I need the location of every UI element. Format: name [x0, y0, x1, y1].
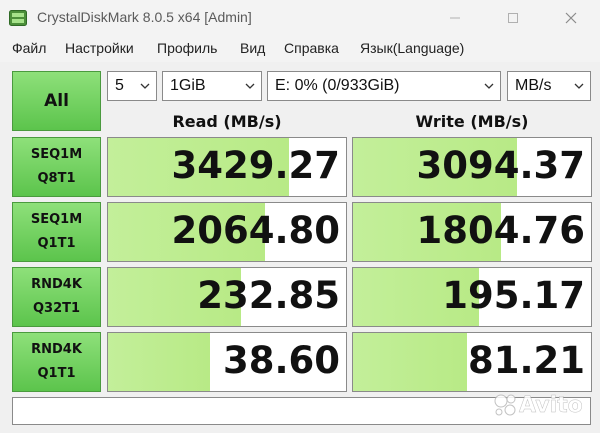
test-name-line1: SEQ1M	[30, 212, 83, 227]
test-name-line1: RND4K	[31, 342, 82, 357]
minimize-icon	[450, 17, 460, 19]
test-button-rnd4k-q32t1[interactable]: RND4K Q32T1	[12, 267, 101, 327]
unit-select[interactable]: MB/s	[507, 71, 591, 101]
write-result-rnd4k-q1t1: 81.21	[352, 332, 592, 392]
read-result-seq1m-q8t1: 3429.27	[107, 137, 347, 197]
test-count-select[interactable]: 5	[107, 71, 157, 101]
minimize-button[interactable]	[432, 0, 478, 36]
menu-file[interactable]: Файл	[12, 40, 46, 56]
menu-settings[interactable]: Настройки	[65, 40, 134, 56]
write-result-rnd4k-q32t1: 195.17	[352, 267, 592, 327]
test-name-line2: Q1T1	[37, 236, 76, 251]
test-name-line2: Q1T1	[37, 366, 76, 381]
read-column-header: Read (MB/s)	[172, 112, 282, 131]
test-name-line1: RND4K	[31, 277, 82, 292]
drive-select[interactable]: E: 0% (0/933GiB)	[267, 71, 501, 101]
read-result-rnd4k-q32t1: 232.85	[107, 267, 347, 327]
watermark-text: Avito	[519, 392, 583, 418]
unit-value: MB/s	[515, 77, 552, 94]
drive-value: E: 0% (0/933GiB)	[275, 77, 400, 94]
chevron-down-icon	[484, 83, 494, 89]
menu-profile[interactable]: Профиль	[157, 40, 217, 56]
menu-help[interactable]: Справка	[284, 40, 339, 56]
read-value: 232.85	[197, 274, 340, 317]
write-value: 1804.76	[416, 209, 585, 252]
test-name-line2: Q32T1	[32, 301, 81, 316]
chevron-down-icon	[245, 83, 255, 89]
app-icon	[9, 10, 27, 26]
test-button-rnd4k-q1t1[interactable]: RND4K Q1T1	[12, 332, 101, 392]
test-count-value: 5	[115, 77, 124, 94]
test-button-seq1m-q8t1[interactable]: SEQ1M Q8T1	[12, 137, 101, 197]
write-result-seq1m-q8t1: 3094.37	[352, 137, 592, 197]
chevron-down-icon	[140, 83, 150, 89]
write-column-header: Write (MB/s)	[415, 112, 529, 131]
menu-bar: Файл Настройки Профиль Вид Справка Язык(…	[0, 36, 600, 62]
chevron-down-icon	[574, 83, 584, 89]
all-button[interactable]: All	[12, 71, 101, 131]
read-value: 2064.80	[171, 209, 340, 252]
read-value: 3429.27	[171, 144, 340, 187]
test-name-line2: Q8T1	[37, 171, 76, 186]
test-name-line1: SEQ1M	[30, 147, 83, 162]
write-value: 3094.37	[416, 144, 585, 187]
test-button-seq1m-q1t1[interactable]: SEQ1M Q1T1	[12, 202, 101, 262]
read-bar-fill	[108, 333, 211, 391]
write-value: 81.21	[467, 339, 585, 382]
close-button[interactable]	[548, 0, 594, 36]
write-value: 195.17	[442, 274, 585, 317]
read-result-rnd4k-q1t1: 38.60	[107, 332, 347, 392]
maximize-button[interactable]	[490, 0, 536, 36]
test-size-select[interactable]: 1GiB	[162, 71, 262, 101]
window-title: CrystalDiskMark 8.0.5 x64 [Admin]	[37, 9, 252, 25]
close-icon	[565, 12, 577, 24]
avito-watermark: Avito	[493, 392, 583, 418]
title-bar: CrystalDiskMark 8.0.5 x64 [Admin]	[0, 0, 600, 36]
maximize-icon	[508, 13, 518, 23]
test-size-value: 1GiB	[170, 77, 206, 94]
write-bar-fill	[353, 333, 468, 391]
menu-language[interactable]: Язык(Language)	[360, 40, 464, 56]
menu-view[interactable]: Вид	[240, 40, 265, 56]
read-value: 38.60	[222, 339, 340, 382]
write-result-seq1m-q1t1: 1804.76	[352, 202, 592, 262]
read-result-seq1m-q1t1: 2064.80	[107, 202, 347, 262]
avito-logo-icon	[494, 394, 516, 416]
